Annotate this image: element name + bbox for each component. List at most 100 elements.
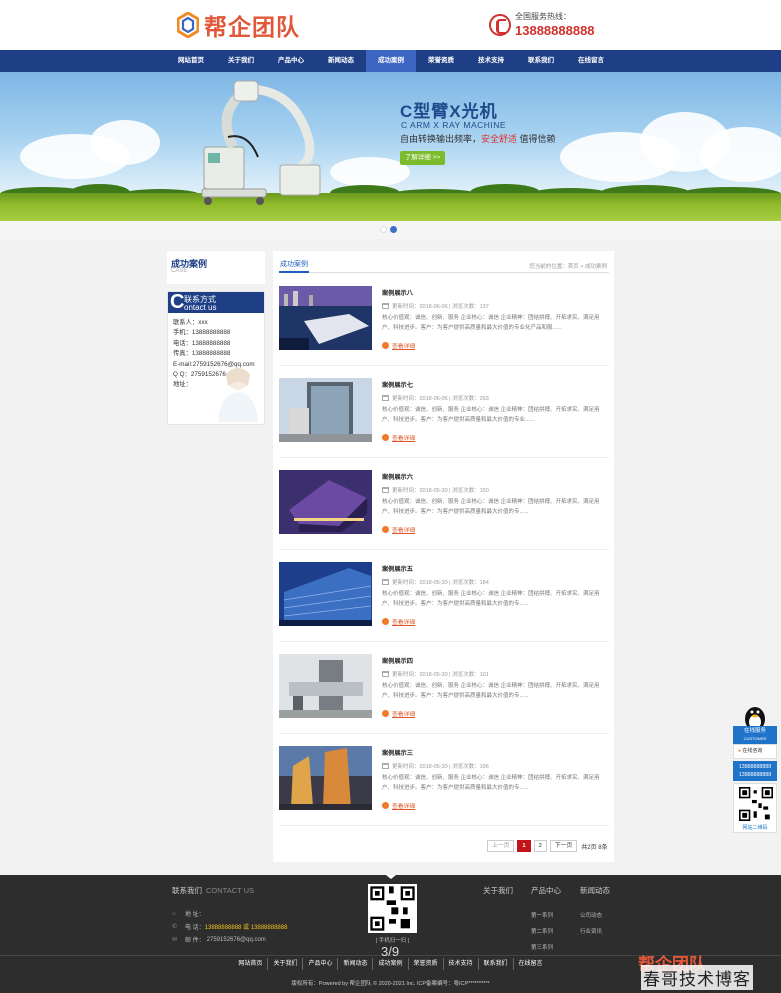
case-thumbnail[interactable] [279, 470, 372, 534]
banner-detail-button[interactable]: 了解详细 >> [400, 151, 445, 165]
online-chat-button[interactable]: ● 在线咨询 [733, 744, 777, 759]
view-detail-label: 查看详细 [392, 344, 416, 350]
view-detail-label: 查看详细 [392, 436, 416, 442]
case-title[interactable]: 案例展示四 [382, 656, 413, 665]
nav-item-cases[interactable]: 成功案例 [366, 50, 416, 72]
service-subtitle: CUSTOMER [743, 736, 767, 741]
arrow-circle-icon [382, 710, 389, 717]
view-detail-link[interactable]: 查看详细 [382, 617, 415, 626]
case-description: 核心价值观：诚信、创新、服务 企业核心：诚信 企业精神：团结拼搏、开拓求实、满足… [382, 591, 600, 607]
case-title[interactable]: 案例展示七 [382, 380, 413, 389]
case-thumbnail[interactable] [279, 654, 372, 718]
hotline-label: 全国服务热线： [515, 12, 571, 21]
footer-col-title[interactable]: 产品中心 [531, 885, 561, 896]
breadcrumb: 您当前的位置：首页 > 成功案例 [529, 264, 607, 270]
footer-nav-news[interactable]: 新闻动态 [337, 958, 372, 970]
footer-phone-label: 电 话： [185, 925, 205, 931]
slider-dots [0, 221, 781, 239]
footer-col-title[interactable]: 关于我们 [483, 885, 513, 896]
footer-nav-support[interactable]: 技术支持 [442, 958, 478, 970]
contact-address: 地址： [173, 381, 192, 389]
footer-nav-message[interactable]: 在线留言 [512, 958, 548, 970]
calendar-icon [382, 395, 389, 401]
arrow-circle-icon [382, 434, 389, 441]
footer-link[interactable]: 第一系列 [531, 911, 561, 919]
footer-nav-home[interactable]: 网站首页 [233, 958, 267, 970]
slide-dot-1[interactable] [380, 226, 387, 233]
hotline-number: 13888888888 [515, 23, 595, 38]
page-1-button[interactable]: 1 [517, 840, 531, 852]
case-description: 核心价值观：诚信、创新、服务 企业核心：诚信 企业精神：团结拼搏、开拓求实、满足… [382, 499, 600, 515]
case-meta: 更新时间：2018-05-30 | 浏览次数：196 [382, 762, 489, 770]
nav-item-about[interactable]: 关于我们 [216, 50, 266, 72]
calendar-icon [382, 579, 389, 585]
slide-dot-2[interactable] [390, 226, 397, 233]
footer-link[interactable]: 第三系列 [531, 943, 561, 951]
sidebar-contact-box: C 联系方式 ontact us 联系人：xxx 手机：13888888888 … [167, 291, 265, 425]
footer-nav-honors[interactable]: 荣誉资质 [407, 958, 443, 970]
site-header: 帮企团队 全国服务热线： 13888888888 [0, 0, 781, 50]
page-2-button[interactable]: 2 [533, 840, 547, 852]
case-meta-text: 更新时间：2018-05-30 | 浏览次数：101 [392, 672, 489, 678]
case-title[interactable]: 案例展示三 [382, 748, 413, 757]
footer-col-title[interactable]: 新闻动态 [580, 885, 610, 896]
case-meta-text: 更新时间：2018-05-30 | 浏览次数：196 [392, 764, 489, 770]
case-thumbnail[interactable] [279, 746, 372, 810]
case-title[interactable]: 案例展示五 [382, 564, 413, 573]
nav-item-message[interactable]: 在线留言 [566, 50, 616, 72]
footer-nav-about[interactable]: 关于我们 [267, 958, 302, 970]
next-page-button[interactable]: 下一页 [549, 840, 578, 852]
calendar-icon [382, 487, 389, 493]
arrow-circle-icon [382, 526, 389, 533]
service-phones: 13888888888 13888888888 [733, 761, 777, 781]
list-item: 案例展示三 更新时间：2018-05-30 | 浏览次数：196 核心价值观：诚… [279, 746, 609, 826]
prev-page-button[interactable]: 上一页 [487, 840, 515, 852]
footer-nav-cases[interactable]: 成功案例 [372, 958, 407, 970]
case-meta-text: 更新时间：2018-05-30 | 浏览次数：184 [392, 580, 489, 586]
sidebar-category-box: 成功案例 CASE [167, 251, 265, 284]
view-detail-link[interactable]: 查看详细 [382, 341, 415, 350]
sidebar-subtitle: CASE [171, 268, 188, 274]
contact-qq: Q Q：2759152676 [173, 371, 226, 379]
nav-item-support[interactable]: 技术支持 [466, 50, 516, 72]
nav-item-products[interactable]: 产品中心 [266, 50, 316, 72]
nav-item-news[interactable]: 新闻动态 [316, 50, 366, 72]
case-thumbnail[interactable] [279, 562, 372, 626]
footer-qr-label: [ 手机扫一扫 ] [375, 938, 410, 944]
case-description: 核心价值观：诚信、创新、服务 企业核心：诚信 企业精神：团结拼搏、开拓求实、满足… [382, 775, 600, 791]
case-title[interactable]: 案例展示八 [382, 288, 413, 297]
footer-link[interactable]: 公司动态 [580, 911, 610, 919]
case-thumbnail[interactable] [279, 286, 372, 350]
case-description: 核心价值观：诚信、创新、服务 企业核心：诚信 企业精神：团结拼搏、开拓求实、满足… [382, 683, 600, 699]
view-detail-link[interactable]: 查看详细 [382, 801, 415, 810]
page-indicator: 3/9 [381, 944, 400, 959]
view-detail-link[interactable]: 查看详细 [382, 433, 415, 442]
list-item: 案例展示六 更新时间：2018-05-30 | 浏览次数：150 核心价值观：诚… [279, 470, 609, 550]
nav-item-home[interactable]: 网站首页 [166, 50, 216, 72]
case-thumbnail[interactable] [279, 378, 372, 442]
footer-link[interactable]: 行业资讯 [580, 927, 610, 935]
pagination: 上一页 1 2 下一页 共2页 8条 [487, 840, 608, 852]
list-item: 案例展示八 更新时间：2018-06-06 | 浏览次数：137 核心价值观：诚… [279, 286, 609, 366]
footer-contact-title: 联系我们 CONTACT US [172, 885, 254, 896]
tab-cases[interactable]: 成功案例 [279, 259, 309, 273]
mail-icon: ✉ [172, 937, 178, 943]
footer-nav-products[interactable]: 产品中心 [302, 958, 337, 970]
footer-nav-contact[interactable]: 联系我们 [477, 958, 513, 970]
view-detail-link[interactable]: 查看详细 [382, 709, 415, 718]
hero-banner[interactable]: C型臂X光机 C ARM X RAY MACHINE 自由转换输出频率，安全舒适… [0, 72, 781, 221]
phone-icon [489, 13, 511, 36]
nav-item-contact[interactable]: 联系我们 [516, 50, 566, 72]
site-logo[interactable]: 帮企团队 [177, 9, 300, 41]
footer-link[interactable]: 第二系列 [531, 927, 561, 935]
case-title[interactable]: 案例展示六 [382, 472, 413, 481]
case-meta-text: 更新时间：2018-06-06 | 浏览次数：293 [392, 396, 489, 402]
list-item: 案例展示七 更新时间：2018-06-06 | 浏览次数：293 核心价值观：诚… [279, 378, 609, 458]
nav-item-honors[interactable]: 荣誉资质 [416, 50, 466, 72]
case-list-header: 成功案例 您当前的位置：首页 > 成功案例 [279, 259, 609, 273]
case-meta: 更新时间：2018-06-06 | 浏览次数：293 [382, 394, 489, 402]
footer-address-label: 地 址： [185, 912, 205, 918]
contact-lines: 联系人：xxx 手机：13888888888 电话：13888888888 传真… [173, 318, 261, 391]
phone-icon: ✆ [172, 924, 178, 930]
view-detail-link[interactable]: 查看详细 [382, 525, 415, 534]
